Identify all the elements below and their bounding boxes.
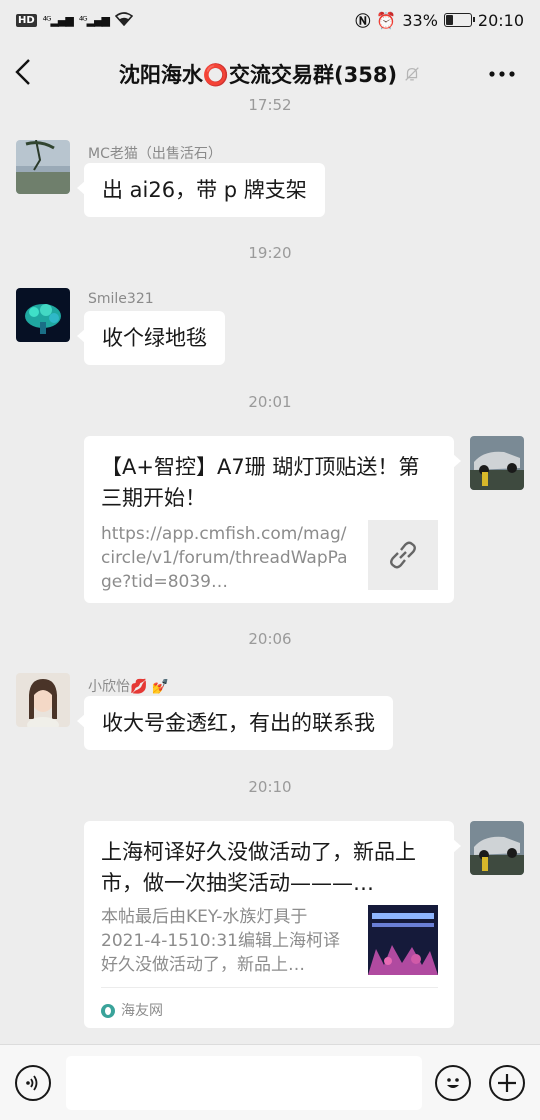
signal-icon: ⁴ᴳ▂▄▆ — [42, 13, 74, 27]
share-thumbnail — [368, 905, 438, 975]
message-bubble[interactable]: 收大号金透红，有出的联系我 — [77, 696, 393, 750]
timestamp: 20:06 — [248, 630, 292, 648]
share-card[interactable]: 上海柯译好久没做活动了，新品上市，做一次抽奖活动———… 本帖最后由KEY-水族… — [84, 821, 461, 1028]
battery-percent: 33% — [402, 10, 438, 30]
alarm-icon: ⏰ — [376, 10, 397, 30]
link-card-url: https://app.cmfish.com/mag/circle/v1/for… — [101, 524, 348, 592]
message-bubble[interactable]: 出 ai26，带 p 牌支架 — [77, 163, 325, 217]
signal-icon-2: ⁴ᴳ▂▄▆ — [78, 13, 110, 27]
share-card-source: 海友网 — [121, 1003, 163, 1019]
avatar[interactable] — [16, 673, 70, 727]
source-logo-icon — [101, 1004, 115, 1018]
sender-name: MC老猫（出售活石） — [88, 146, 222, 162]
link-card[interactable]: 【A+智控】A7珊 瑚灯顶贴送！第三期开始！ https://app.cmfis… — [84, 436, 461, 603]
link-thumbnail — [368, 520, 438, 590]
status-left: HD ⁴ᴳ▂▄▆ ⁴ᴳ▂▄▆ — [16, 11, 134, 30]
input-bar — [0, 1044, 540, 1120]
share-card-desc: 本帖最后由KEY-水族灯具于2021-4-1510:31编辑上海柯译好久没做活动… — [101, 907, 340, 975]
link-icon — [390, 541, 416, 569]
more-button[interactable] — [488, 60, 516, 80]
share-card-footer: 海友网 — [101, 987, 438, 1026]
plus-button[interactable] — [489, 1065, 525, 1101]
message-input[interactable] — [66, 1056, 422, 1110]
chat-title: 沈阳海水⭕交流交易群(358) — [118, 63, 398, 87]
avatar[interactable] — [470, 821, 524, 875]
timestamp: 20:01 — [248, 393, 292, 411]
avatar[interactable] — [16, 288, 70, 342]
clock-time: 20:10 — [477, 10, 524, 30]
voice-button[interactable] — [15, 1065, 51, 1101]
message-list[interactable]: 17:52 MC老猫（出售活石） 出 ai26，带 p 牌支架 19:20 Sm… — [0, 94, 540, 1044]
sender-name: 小欣怡💋 💅 — [88, 679, 170, 695]
status-right: Ⓝ ⏰ 33% 20:10 — [355, 10, 524, 31]
emoji-icon — [447, 1078, 459, 1088]
battery-icon — [443, 13, 475, 27]
emoji-button[interactable] — [435, 1065, 471, 1101]
avatar[interactable] — [470, 436, 524, 490]
wifi-icon — [114, 11, 134, 30]
nfc-icon: Ⓝ — [355, 11, 371, 30]
status-bar: HD ⁴ᴳ▂▄▆ ⁴ᴳ▂▄▆ Ⓝ ⏰ 33% 20:10 — [0, 0, 540, 40]
chevron-left-icon — [15, 59, 30, 85]
timestamp: 20:10 — [248, 778, 292, 796]
timestamp: 19:20 — [248, 244, 292, 262]
back-button[interactable] — [14, 58, 44, 88]
link-card-title: 【A+智控】A7珊 瑚灯顶贴送！第三期开始！ — [101, 455, 420, 510]
timestamp: 17:52 — [248, 96, 292, 114]
plus-icon — [498, 1074, 516, 1092]
chat-title-wrap: 沈阳海水⭕交流交易群(358) — [119, 59, 421, 89]
sender-name: Smile321 — [88, 291, 154, 307]
hd-icon: HD — [16, 13, 37, 27]
bell-off-icon — [405, 67, 419, 81]
avatar[interactable] — [16, 140, 70, 194]
voice-icon — [26, 1075, 38, 1091]
more-icon — [489, 71, 515, 77]
share-card-title: 上海柯译好久没做活动了，新品上市，做一次抽奖活动———… — [101, 840, 416, 895]
message-bubble[interactable]: 收个绿地毯 — [77, 311, 225, 365]
